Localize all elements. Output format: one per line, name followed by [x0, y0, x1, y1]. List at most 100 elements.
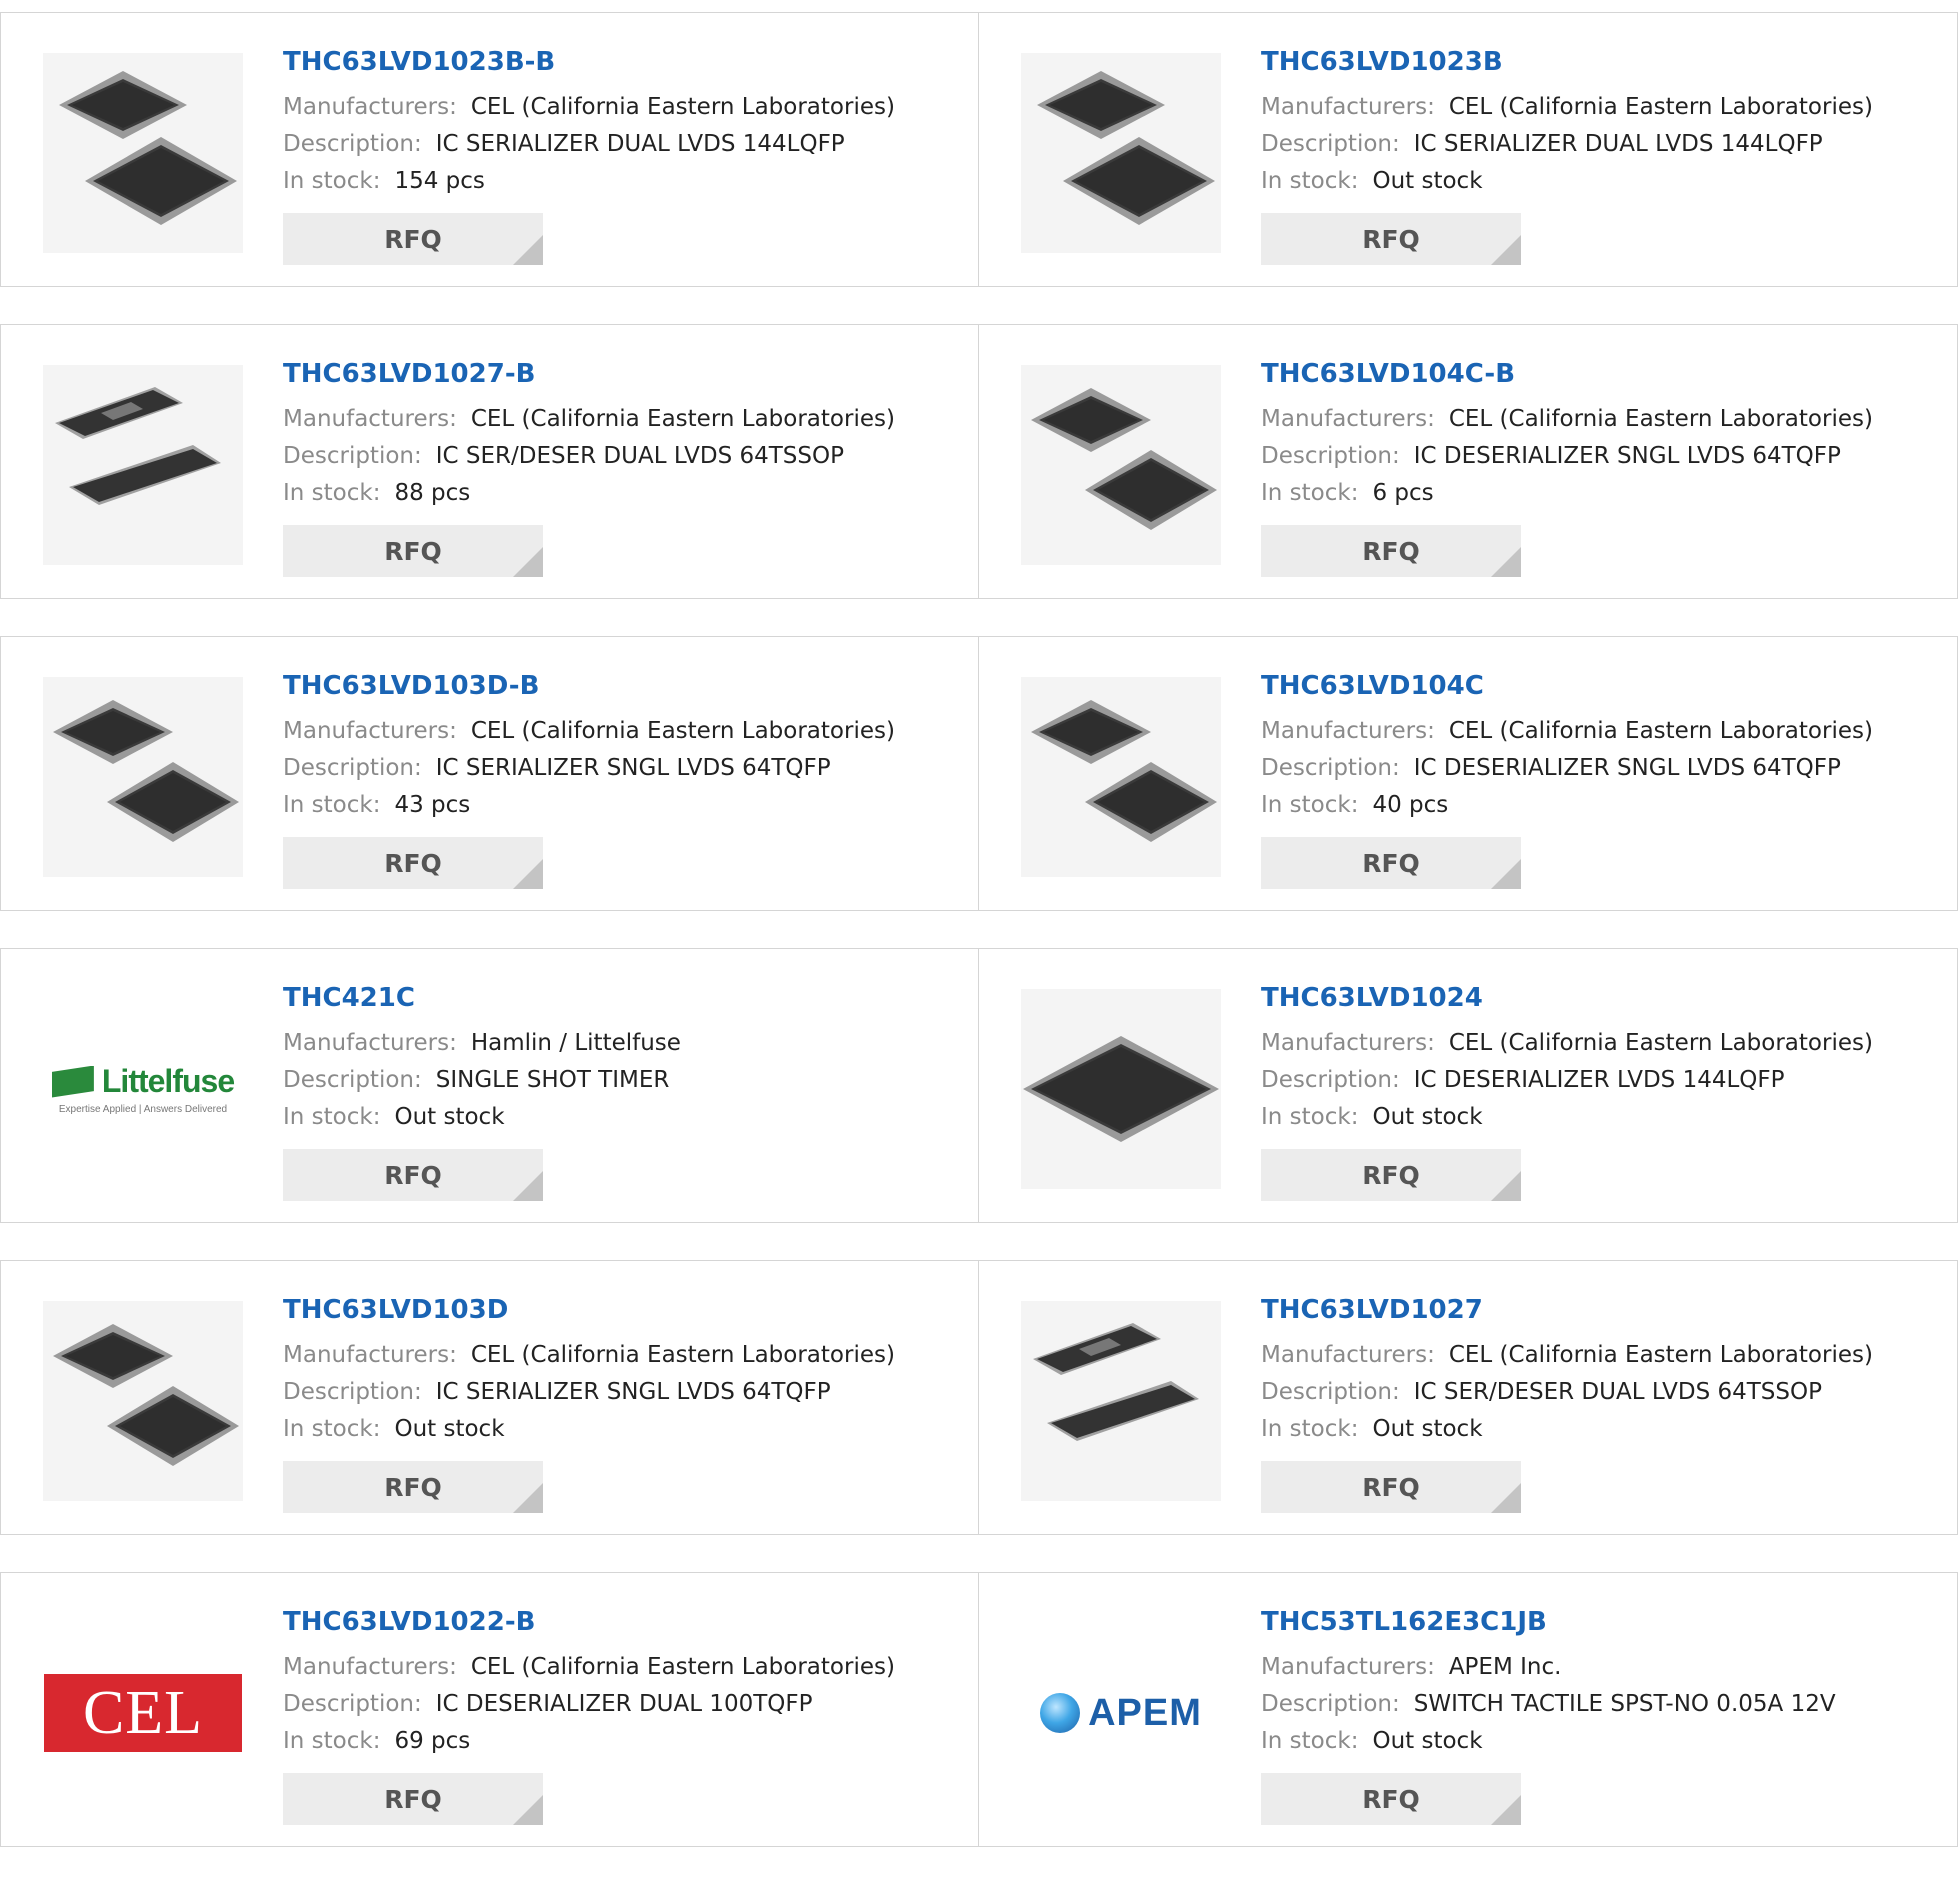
- product-image[interactable]: [1021, 677, 1221, 877]
- description-label: Description:: [283, 1379, 422, 1405]
- product-info: THC63LVD104C-B Manufacturers: CEL (Califo…: [1261, 359, 1873, 512]
- stock-value: 88 pcs: [394, 480, 471, 506]
- rfq-button[interactable]: RFQ: [283, 1461, 543, 1513]
- description-label: Description:: [1261, 131, 1400, 157]
- product-image[interactable]: CEL: [43, 1613, 243, 1813]
- product-card: THC63LVD1024 Manufacturers: CEL (Californ…: [979, 948, 1958, 1223]
- part-number-link[interactable]: THC63LVD1024: [1261, 983, 1873, 1013]
- product-image[interactable]: [43, 365, 243, 565]
- product-image[interactable]: APEM: [1021, 1613, 1221, 1813]
- product-card: THC63LVD103D-B Manufacturers: CEL (Califo…: [0, 636, 979, 911]
- manufacturer-value: CEL (California Eastern Laboratories): [1448, 1342, 1873, 1368]
- product-image[interactable]: [1021, 989, 1221, 1189]
- stock-label: In stock:: [1261, 792, 1359, 818]
- stock-row: In stock: 88 pcs: [283, 475, 895, 512]
- part-number-link[interactable]: THC63LVD1023B: [1261, 47, 1873, 77]
- qfp-chip-icon: [59, 71, 237, 225]
- part-number-link[interactable]: THC63LVD104C-B: [1261, 359, 1873, 389]
- product-info: THC53TL162E3C1JB Manufacturers: APEM Inc.…: [1261, 1607, 1836, 1760]
- product-row: THC63LVD103D Manufacturers: CEL (Californ…: [0, 1260, 1958, 1535]
- rfq-button[interactable]: RFQ: [1261, 837, 1521, 889]
- stock-label: In stock:: [1261, 168, 1359, 194]
- product-card: APEM THC53TL162E3C1JB Manufacturers: APEM…: [979, 1572, 1958, 1847]
- part-number-link[interactable]: THC63LVD103D: [283, 1295, 895, 1325]
- description-label: Description:: [283, 443, 422, 469]
- description-row: Description: IC SER/DESER DUAL LVDS 64TSS…: [1261, 1374, 1873, 1411]
- rfq-label: RFQ: [384, 1472, 442, 1502]
- rfq-button[interactable]: RFQ: [283, 1773, 543, 1825]
- description-value: IC DESERIALIZER DUAL 100TQFP: [435, 1691, 813, 1717]
- part-number-link[interactable]: THC421C: [283, 983, 681, 1013]
- apem-logo: APEM: [1040, 1692, 1202, 1735]
- rfq-button[interactable]: RFQ: [1261, 525, 1521, 577]
- tssop-chip-icon: [1033, 1323, 1199, 1441]
- product-card: THC63LVD104C-B Manufacturers: CEL (Califo…: [979, 324, 1958, 599]
- qfp-chip-icon: [1037, 71, 1215, 225]
- manufacturer-row: Manufacturers: CEL (California Eastern La…: [1261, 1337, 1873, 1374]
- stock-value: Out stock: [1372, 168, 1483, 194]
- product-grid: THC63LVD1023B-B Manufacturers: CEL (Calif…: [0, 12, 1958, 1884]
- description-value: IC DESERIALIZER SNGL LVDS 64TQFP: [1413, 443, 1841, 469]
- manufacturer-row: Manufacturers: APEM Inc.: [1261, 1649, 1836, 1686]
- manufacturer-label: Manufacturers:: [283, 1654, 457, 1680]
- description-row: Description: IC SERIALIZER DUAL LVDS 144L…: [283, 126, 895, 163]
- part-number-link[interactable]: THC53TL162E3C1JB: [1261, 1607, 1836, 1637]
- rfq-button[interactable]: RFQ: [283, 1149, 543, 1201]
- manufacturer-label: Manufacturers:: [1261, 718, 1435, 744]
- rfq-label: RFQ: [1362, 1160, 1420, 1190]
- manufacturer-row: Manufacturers: CEL (California Eastern La…: [1261, 713, 1873, 750]
- rfq-button[interactable]: RFQ: [1261, 1773, 1521, 1825]
- part-number-link[interactable]: THC63LVD103D-B: [283, 671, 895, 701]
- product-image[interactable]: [1021, 53, 1221, 253]
- product-image[interactable]: Littelfuse Expertise Applied | Answers De…: [43, 989, 243, 1189]
- description-value: SINGLE SHOT TIMER: [435, 1067, 670, 1093]
- product-card: THC63LVD103D Manufacturers: CEL (Californ…: [0, 1260, 979, 1535]
- corner-triangle-icon: [513, 859, 543, 889]
- manufacturer-value: CEL (California Eastern Laboratories): [470, 1342, 895, 1368]
- description-row: Description: IC SERIALIZER DUAL LVDS 144L…: [1261, 126, 1873, 163]
- manufacturer-value: CEL (California Eastern Laboratories): [1448, 94, 1873, 120]
- rfq-label: RFQ: [1362, 1472, 1420, 1502]
- part-number-link[interactable]: THC63LVD1027-B: [283, 359, 895, 389]
- product-image[interactable]: [1021, 365, 1221, 565]
- rfq-button[interactable]: RFQ: [1261, 1461, 1521, 1513]
- rfq-button[interactable]: RFQ: [283, 213, 543, 265]
- product-image[interactable]: [43, 1301, 243, 1501]
- product-image[interactable]: [1021, 1301, 1221, 1501]
- manufacturer-label: Manufacturers:: [1261, 1342, 1435, 1368]
- product-image[interactable]: [43, 677, 243, 877]
- corner-triangle-icon: [513, 1171, 543, 1201]
- description-label: Description:: [1261, 1379, 1400, 1405]
- part-number-link[interactable]: THC63LVD1022-B: [283, 1607, 895, 1637]
- manufacturer-label: Manufacturers:: [283, 1030, 457, 1056]
- product-info: THC63LVD1022-B Manufacturers: CEL (Califo…: [283, 1607, 895, 1760]
- description-value: IC SERIALIZER SNGL LVDS 64TQFP: [435, 755, 831, 781]
- manufacturer-row: Manufacturers: CEL (California Eastern La…: [283, 401, 895, 438]
- part-number-link[interactable]: THC63LVD1023B-B: [283, 47, 895, 77]
- part-number-link[interactable]: THC63LVD1027: [1261, 1295, 1873, 1325]
- stock-row: In stock: Out stock: [1261, 1723, 1836, 1760]
- rfq-button[interactable]: RFQ: [1261, 213, 1521, 265]
- stock-label: In stock:: [283, 480, 381, 506]
- apem-globe-icon: [1040, 1693, 1081, 1733]
- description-row: Description: SWITCH TACTILE SPST-NO 0.05A…: [1261, 1686, 1836, 1723]
- corner-triangle-icon: [1491, 1171, 1521, 1201]
- stock-value: 43 pcs: [394, 792, 471, 818]
- description-value: IC SER/DESER DUAL LVDS 64TSSOP: [1413, 1379, 1822, 1405]
- description-row: Description: IC SERIALIZER SNGL LVDS 64TQ…: [283, 1374, 895, 1411]
- stock-label: In stock:: [283, 168, 381, 194]
- part-number-link[interactable]: THC63LVD104C: [1261, 671, 1873, 701]
- stock-row: In stock: Out stock: [283, 1099, 681, 1136]
- rfq-button[interactable]: RFQ: [283, 837, 543, 889]
- product-row: CEL THC63LVD1022-B Manufacturers: CEL (Ca…: [0, 1572, 1958, 1847]
- description-value: IC SERIALIZER DUAL LVDS 144LQFP: [435, 131, 845, 157]
- rfq-label: RFQ: [384, 1784, 442, 1814]
- manufacturer-label: Manufacturers:: [1261, 406, 1435, 432]
- product-image[interactable]: [43, 53, 243, 253]
- product-info: THC63LVD103D-B Manufacturers: CEL (Califo…: [283, 671, 895, 824]
- rfq-button[interactable]: RFQ: [1261, 1149, 1521, 1201]
- littelfuse-tagline: Expertise Applied | Answers Delivered: [58, 1104, 228, 1115]
- stock-row: In stock: 154 pcs: [283, 163, 895, 200]
- rfq-button[interactable]: RFQ: [283, 525, 543, 577]
- manufacturer-value: CEL (California Eastern Laboratories): [470, 94, 895, 120]
